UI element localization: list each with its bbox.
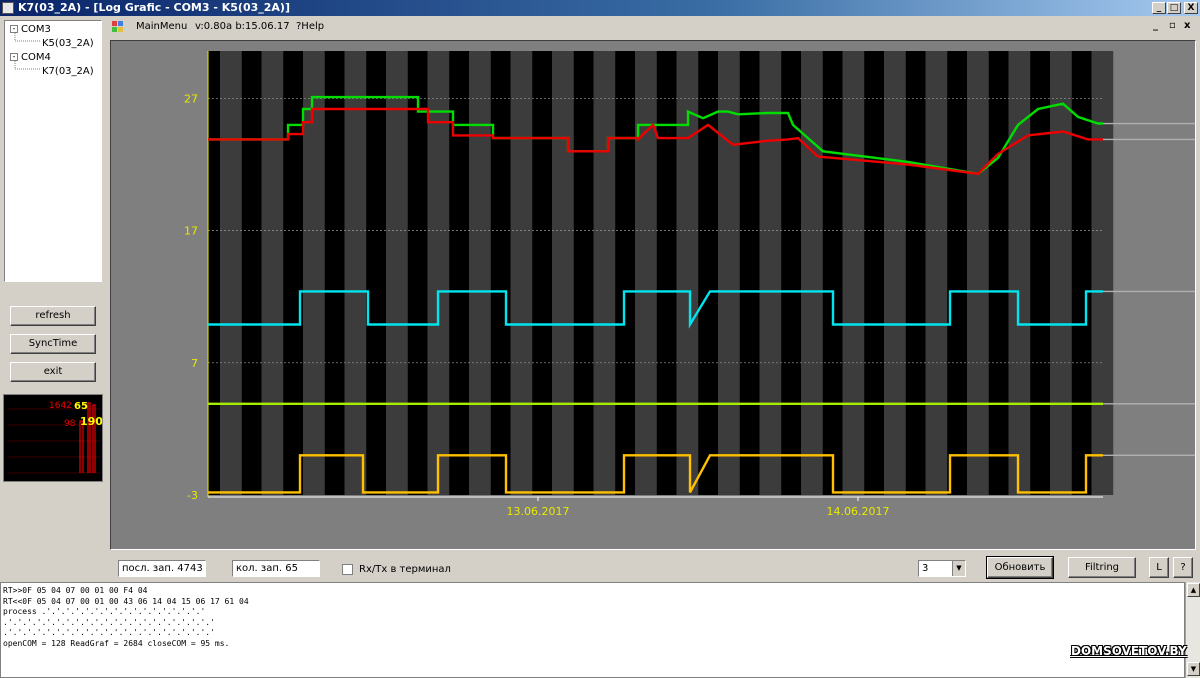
terminal-line: process .'.'.'.'.'.'.'.'.'.'.'.'.'.'.'.'…	[3, 607, 206, 616]
window-titlebar: K7(03_2A) - [Log Grafic - COM3 - K5(03_2…	[0, 0, 1200, 16]
last-record-field[interactable]: посл. зап. 4743	[118, 560, 206, 577]
terminal-line: RT>>0F 05 04 07 00 01 00 F4 04	[3, 586, 148, 595]
watermark-text: DOMSOVETOV.BY	[1071, 644, 1187, 658]
y-tick-labels: 27 17 7 -3	[184, 92, 198, 502]
l-button[interactable]: L	[1149, 557, 1169, 578]
scroll-up-icon[interactable]: ▲	[1187, 583, 1200, 597]
child-minimize-button[interactable]: _	[1153, 20, 1158, 31]
period-combo-value: 3	[922, 563, 929, 574]
log-chart[interactable]: 27 17 7 -3 13.06.2017 14.06.2017	[111, 41, 1195, 549]
exit-button[interactable]: exit	[10, 362, 96, 382]
tree-lines	[14, 33, 40, 70]
mini-value-1642: 1642	[49, 401, 72, 411]
chart-band	[344, 51, 367, 495]
device-tree[interactable]: - COM3 K5(03_2A) - COM4 K7(03_2A)	[4, 20, 102, 282]
chart-panel: 27 17 7 -3 13.06.2017 14.06.2017	[110, 40, 1196, 550]
bottom-toolbar: посл. зап. 4743 кол. зап. 65 Rx/Tx в тер…	[106, 553, 1200, 581]
chart-band	[1091, 51, 1114, 495]
child-restore-button[interactable]: ▫	[1169, 20, 1176, 31]
menubar: MainMenu v:0.80a b:15.06.17 ?Help _ ▫ x	[106, 17, 1200, 37]
terminal-line: RT<<0F 05 04 07 00 01 00 43 06 14 04 15 …	[3, 596, 249, 606]
tree-node-k7[interactable]: K7(03_2A)	[42, 66, 94, 78]
chart-band	[427, 51, 450, 495]
chart-band	[925, 51, 948, 495]
mini-value-98: 98	[64, 419, 76, 429]
maximize-button[interactable]: □	[1167, 2, 1181, 14]
x-tick-label: 13.06.2017	[507, 505, 570, 518]
rxtx-checkbox[interactable]	[342, 564, 353, 575]
menu-main[interactable]: MainMenu	[136, 21, 187, 32]
window-title: K7(03_2A) - [Log Grafic - COM3 - K5(03_2…	[18, 1, 290, 14]
terminal-output[interactable]: RT>>0F 05 04 07 00 01 00 F4 04 RT<<0F 05 …	[0, 582, 1185, 678]
y-tick-label: 17	[184, 225, 198, 238]
update-button[interactable]: Обновить	[986, 556, 1054, 579]
y-tick-label: 27	[184, 92, 198, 105]
minimize-button[interactable]: _	[1152, 2, 1166, 14]
chart-band	[303, 51, 325, 495]
close-button[interactable]: X	[1184, 2, 1198, 14]
sync-time-button[interactable]: SyncTime	[10, 334, 96, 354]
mini-value-190: 190	[80, 415, 103, 428]
chart-band	[967, 51, 989, 495]
chart-band	[510, 51, 533, 495]
y-tick-label: -3	[187, 489, 198, 502]
menu-version: v:0.80a b:15.06.17	[195, 21, 290, 32]
x-tick-labels: 13.06.2017 14.06.2017	[507, 505, 890, 518]
chart-band	[552, 51, 574, 495]
chart-band	[1050, 51, 1072, 495]
mini-chart: 1642 65 98 190	[3, 394, 103, 482]
dropdown-arrow-icon[interactable]: ▼	[952, 561, 965, 576]
x-tick-label: 14.06.2017	[827, 505, 890, 518]
chart-band	[842, 51, 865, 495]
terminal-line: .'.'.'.'.'.'.'.'.'.'.'.'.'.'.'.'.'.'.'.'…	[3, 617, 215, 627]
terminal-line: openCOM = 128 ReadGraf = 2684 closeCOM =…	[3, 638, 230, 648]
chart-band	[884, 51, 906, 495]
period-combo[interactable]: 3 ▼	[918, 560, 966, 577]
chart-band	[386, 51, 408, 495]
mdi-window-icon[interactable]	[112, 21, 124, 33]
mini-value-65: 65	[74, 401, 88, 412]
chart-band	[261, 51, 284, 495]
record-count-field[interactable]: кол. зап. 65	[232, 560, 320, 577]
chart-band	[593, 51, 616, 495]
menu-help[interactable]: ?Help	[296, 21, 324, 32]
child-close-button[interactable]: x	[1184, 20, 1190, 31]
terminal-line: .'.'.'.'.'.'.'.'.'.'.'.'.'.'.'.'.'.'.'.'…	[3, 628, 215, 637]
y-tick-label: 7	[191, 357, 198, 370]
terminal-scrollbar[interactable]: ▲ ▼	[1185, 582, 1200, 678]
scroll-down-icon[interactable]: ▼	[1187, 662, 1200, 676]
rxtx-label: Rx/Tx в терминал	[359, 564, 451, 575]
chart-band	[801, 51, 823, 495]
app-icon	[2, 2, 14, 14]
chart-band	[759, 51, 782, 495]
tree-node-k5[interactable]: K5(03_2A)	[42, 38, 94, 50]
background-bands	[208, 51, 1114, 495]
refresh-button[interactable]: refresh	[10, 306, 96, 326]
chart-band	[635, 51, 657, 495]
filtering-button[interactable]: Filtring	[1068, 557, 1136, 578]
help-button[interactable]: ?	[1173, 557, 1193, 578]
chart-band	[469, 51, 491, 495]
chart-band	[220, 51, 242, 495]
chart-band	[718, 51, 740, 495]
